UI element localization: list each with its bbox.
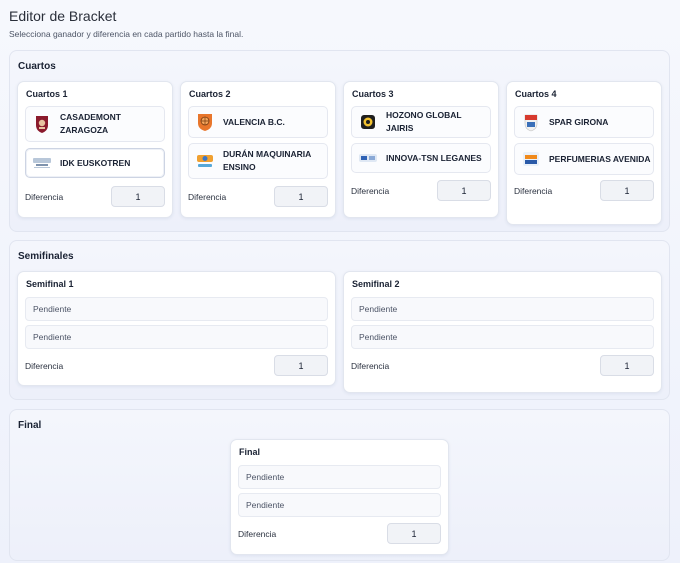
pending-slot: Pendiente <box>351 325 654 349</box>
section-title: Final <box>18 420 42 431</box>
match-title: Final <box>239 447 261 457</box>
quarter-match-2: Cuartos 2 VALENCIA B.C. DURÁN MAQUINARIA… <box>180 81 336 218</box>
semifinal-match-2: Semifinal 2 Pendiente Pendiente Diferenc… <box>343 271 662 393</box>
ensino-logo-icon <box>195 151 215 171</box>
jairis-logo-icon <box>358 112 378 132</box>
euskotren-logo-icon <box>32 153 52 173</box>
team-option[interactable]: HOZONO GLOBAL JAIRIS <box>351 106 491 138</box>
difference-input[interactable] <box>437 180 491 201</box>
section-title: Cuartos <box>18 61 56 72</box>
pending-slot: Pendiente <box>238 465 441 489</box>
match-title: Semifinal 1 <box>26 279 74 289</box>
difference-label: Diferencia <box>238 529 277 539</box>
difference-input[interactable] <box>387 523 441 544</box>
team-name: SPAR GIRONA <box>549 116 609 127</box>
pending-slot: Pendiente <box>351 297 654 321</box>
semis-section: Semifinales Semifinal 1 Pendiente Pendie… <box>9 240 670 400</box>
section-title: Semifinales <box>18 251 74 262</box>
match-title: Cuartos 1 <box>26 89 68 99</box>
team-option[interactable]: SPAR GIRONA <box>514 106 654 138</box>
difference-input[interactable] <box>274 186 328 207</box>
team-option[interactable]: IDK EUSKOTREN <box>25 148 165 178</box>
team-option[interactable]: VALENCIA B.C. <box>188 106 328 138</box>
team-name: INNOVA-TSN LEGANES <box>386 152 482 163</box>
team-option[interactable]: PERFUMERIAS AVENIDA <box>514 143 654 175</box>
avenida-logo-icon <box>521 149 541 169</box>
pending-slot: Pendiente <box>25 325 328 349</box>
quarter-match-4: Cuartos 4 SPAR GIRONA PERFUMERIAS AVENID… <box>506 81 662 225</box>
difference-input[interactable] <box>111 186 165 207</box>
difference-label: Diferencia <box>351 361 390 371</box>
team-name: PERFUMERIAS AVENIDA <box>549 153 651 164</box>
difference-label: Diferencia <box>514 186 553 196</box>
match-title: Cuartos 2 <box>189 89 231 99</box>
team-name: DURÁN MAQUINARIA ENSINO <box>223 149 311 172</box>
pending-slot: Pendiente <box>25 297 328 321</box>
final-match: Final Pendiente Pendiente Diferencia <box>230 439 449 555</box>
difference-input[interactable] <box>600 355 654 376</box>
quarter-match-3: Cuartos 3 HOZONO GLOBAL JAIRIS INNOVA-TS… <box>343 81 499 218</box>
leganes-logo-icon <box>358 148 378 168</box>
team-name: IDK EUSKOTREN <box>60 157 131 168</box>
difference-input[interactable] <box>600 180 654 201</box>
team-name: CASADEMONT ZARAGOZA <box>60 112 121 135</box>
pending-slot: Pendiente <box>238 493 441 517</box>
semifinal-match-1: Semifinal 1 Pendiente Pendiente Diferenc… <box>17 271 336 386</box>
match-title: Cuartos 3 <box>352 89 394 99</box>
difference-label: Diferencia <box>188 192 227 202</box>
team-option[interactable]: CASADEMONT ZARAGOZA <box>25 106 165 142</box>
team-name: HOZONO GLOBAL JAIRIS <box>386 110 462 133</box>
quarters-section: Cuartos Cuartos 1 CASADEMONT ZARAGOZA ID… <box>9 50 670 232</box>
team-option[interactable]: INNOVA-TSN LEGANES <box>351 143 491 173</box>
match-title: Cuartos 4 <box>515 89 557 99</box>
match-title: Semifinal 2 <box>352 279 400 289</box>
team-name: VALENCIA B.C. <box>223 116 285 127</box>
difference-label: Diferencia <box>25 192 64 202</box>
difference-label: Diferencia <box>25 361 64 371</box>
quarter-match-1: Cuartos 1 CASADEMONT ZARAGOZA IDK EUSKOT… <box>17 81 173 218</box>
page-title: Editor de Bracket <box>9 8 117 24</box>
page-subtitle: Selecciona ganador y diferencia en cada … <box>9 29 244 39</box>
casademont-logo-icon <box>32 114 52 134</box>
girona-logo-icon <box>521 112 541 132</box>
valencia-logo-icon <box>195 112 215 132</box>
final-section: Final Final Pendiente Pendiente Diferenc… <box>9 409 670 561</box>
difference-input[interactable] <box>274 355 328 376</box>
difference-label: Diferencia <box>351 186 390 196</box>
team-option[interactable]: DURÁN MAQUINARIA ENSINO <box>188 143 328 179</box>
